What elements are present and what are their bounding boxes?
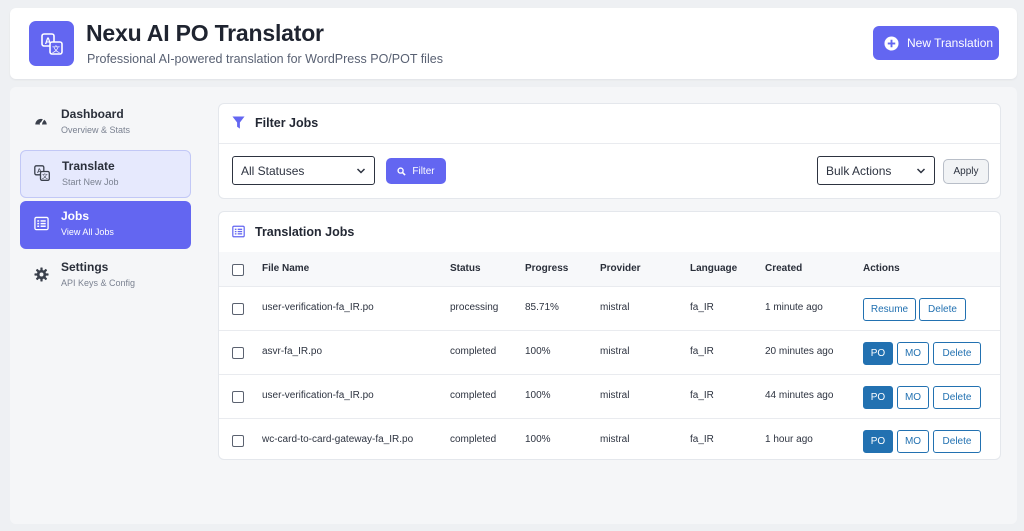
created-text: 44 minutes ago [765,390,834,401]
progress-text: 100% [525,434,551,445]
table-row: user-verification-fa_IR.po completed 100… [219,375,1000,419]
table-row: user-verification-fa_IR.po processing 85… [219,287,1000,331]
column-header[interactable]: Language [690,263,737,274]
row-checkbox[interactable] [232,347,244,359]
delete-button[interactable]: Delete [933,386,981,409]
chevron-down-icon [916,168,926,174]
app-header: A 文 Nexu AI PO Translator Professional A… [10,8,1017,79]
column-header[interactable]: Status [450,263,481,274]
delete-button[interactable]: Delete [933,430,981,453]
delete-button[interactable]: Delete [933,342,981,365]
sidebar-item-label: Jobs [61,209,90,223]
translate-icon: A 文 [34,165,50,181]
column-header: Actions [863,263,900,274]
divider [219,143,1000,144]
sidebar-item-label: Dashboard [61,107,124,121]
provider-text: mistral [600,434,630,445]
jobs-card: Translation Jobs File Name Status Progre… [218,211,1001,460]
gauge-icon [33,113,49,129]
progress-text: 100% [525,390,551,401]
status-text: completed [450,390,497,401]
sidebar-item-settings[interactable]: Settings API Keys & Config [20,252,191,300]
progress-text: 85.71% [525,302,559,313]
sidebar-item-sublabel: View All Jobs [61,227,114,237]
translate-logo-icon: A 文 [29,21,74,66]
table-header: File Name Status Progress Provider Langu… [219,252,1000,287]
apply-button[interactable]: Apply [943,159,989,184]
download-po-button[interactable]: PO [863,342,893,365]
file-name: user-verification-fa_IR.po [262,302,374,313]
created-text: 20 minutes ago [765,346,834,357]
provider-text: mistral [600,390,630,401]
svg-text:文: 文 [52,44,60,54]
status-text: processing [450,302,499,313]
list-icon [33,215,49,231]
download-mo-button[interactable]: MO [897,342,929,365]
list-icon [232,225,245,243]
delete-button[interactable]: Delete [919,298,966,321]
new-translation-button[interactable]: New Translation [873,26,999,60]
row-checkbox[interactable] [232,391,244,403]
status-select-value: All Statuses [241,163,305,178]
table-row: asvr-fa_IR.po completed 100% mistral fa_… [219,331,1000,375]
sidebar-item-sublabel: Start New Job [62,177,119,187]
plus-circle-icon [884,35,899,51]
resume-button[interactable]: Resume [863,298,916,321]
bulk-actions-select[interactable]: Bulk Actions [817,156,935,185]
column-header[interactable]: File Name [262,263,309,274]
status-text: completed [450,434,497,445]
chevron-down-icon [356,168,366,174]
filter-card-title: Filter Jobs [255,116,319,130]
column-header[interactable]: Provider [600,263,641,274]
funnel-icon [232,116,245,135]
column-header[interactable]: Created [765,263,802,274]
sidebar-item-label: Settings [61,260,109,274]
language-text: fa_IR [690,434,714,445]
provider-text: mistral [600,346,630,357]
search-icon [397,166,407,176]
language-text: fa_IR [690,302,714,313]
download-mo-button[interactable]: MO [897,430,929,453]
table-body: user-verification-fa_IR.po processing 85… [219,287,1000,462]
file-name: asvr-fa_IR.po [262,346,323,357]
svg-text:文: 文 [42,173,48,181]
column-header[interactable]: Progress [525,263,568,274]
sidebar-item-label: Translate [62,159,115,173]
sidebar-item-translate[interactable]: A 文 Translate Start New Job [20,150,191,198]
created-text: 1 minute ago [765,302,823,313]
bulk-actions-value: Bulk Actions [826,163,892,178]
download-po-button[interactable]: PO [863,430,893,453]
filter-button-label: Filter [412,165,435,177]
sidebar-item-dashboard[interactable]: Dashboard Overview & Stats [20,99,191,147]
provider-text: mistral [600,302,630,313]
language-text: fa_IR [690,346,714,357]
sidebar-item-sublabel: API Keys & Config [61,278,136,288]
app-subtitle: Professional AI-powered translation for … [87,52,443,66]
row-checkbox[interactable] [232,435,244,447]
status-text: completed [450,346,497,357]
select-all-checkbox[interactable] [232,264,244,276]
jobs-card-title: Translation Jobs [255,225,355,239]
sidebar-item-jobs[interactable]: Jobs View All Jobs [20,201,191,249]
new-translation-label: New Translation [907,36,994,50]
status-select[interactable]: All Statuses [232,156,375,185]
created-text: 1 hour ago [765,434,813,445]
table-row: wc-card-to-card-gateway-fa_IR.po complet… [219,419,1000,463]
app-title: Nexu AI PO Translator [86,20,324,46]
language-text: fa_IR [690,390,714,401]
file-name: user-verification-fa_IR.po [262,390,374,401]
progress-text: 100% [525,346,551,357]
filter-card: Filter Jobs All Statuses Filter Bulk Act… [218,103,1001,199]
download-po-button[interactable]: PO [863,386,893,409]
filter-button[interactable]: Filter [386,158,446,184]
file-name: wc-card-to-card-gateway-fa_IR.po [262,434,414,445]
row-checkbox[interactable] [232,303,244,315]
gear-icon [33,266,49,282]
sidebar-item-sublabel: Overview & Stats [61,125,131,135]
download-mo-button[interactable]: MO [897,386,929,409]
